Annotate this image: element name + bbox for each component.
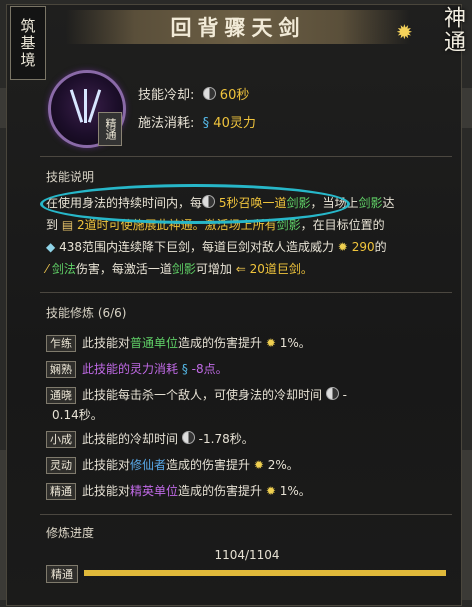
cultivation-row: 娴熟 此技能的灵力消耗 § -8点。	[46, 360, 228, 378]
sun-icon: ✹	[265, 336, 276, 350]
cultivation-row: 乍练 此技能对普通单位造成的伤害提升 ✹ 1%。	[46, 334, 311, 352]
range-icon: ◆	[46, 240, 56, 254]
scroll-icon: ▤	[61, 218, 74, 232]
progress-fill	[84, 570, 446, 576]
divider	[40, 292, 452, 293]
moon-icon	[181, 431, 195, 444]
cultivation-row: 小成 此技能的冷却时间 -1.78秒。	[46, 430, 254, 448]
cooldown-label: 技能冷却:	[138, 88, 195, 103]
description-header: 技能说明	[46, 170, 95, 184]
progress-tag: 精通	[46, 565, 78, 583]
cost-value: 40灵力	[213, 116, 256, 131]
skill-title: 回背骤天剑	[170, 15, 306, 40]
title-bar: 回背骤天剑	[66, 10, 410, 44]
spirit-icon: §	[181, 362, 188, 376]
divider	[40, 156, 452, 157]
mastery-tag: 精通	[98, 112, 122, 146]
cultivation-header: 技能修炼 (6/6)	[46, 306, 127, 320]
sword-icon: ⁄	[46, 262, 49, 276]
progress-bar: 精通	[46, 565, 448, 583]
spirit-icon: §	[202, 116, 210, 131]
sun-icon: ✹	[265, 484, 276, 498]
cultivation-row: 精通 此技能对精英单位造成的伤害提升 ✹ 1%。	[46, 482, 311, 500]
sun-icon: ✹	[396, 20, 413, 44]
realm-label: 筑基境	[10, 6, 46, 80]
moon-icon	[325, 387, 339, 400]
progress-label: 修炼进度	[46, 526, 95, 540]
cost-label: 施法消耗:	[138, 116, 195, 131]
cultivation-row: 通晓 此技能每击杀一个敌人，可使身法的冷却时间 -	[46, 386, 347, 404]
shentong-label: 神通	[440, 6, 465, 54]
cultivation-row-continued: 0.14秒。	[52, 408, 103, 422]
highlight-ellipse	[40, 184, 350, 224]
progress-count: 1104/1104	[214, 548, 280, 562]
sun-icon: ✹	[253, 458, 264, 472]
sun-icon: ✹	[337, 240, 348, 254]
cultivation-row: 灵动 此技能对修仙者造成的伤害提升 ✹ 2%。	[46, 456, 299, 474]
stack-icon: ⇐	[235, 262, 246, 276]
cooldown-value: 60秒	[219, 88, 250, 103]
divider	[40, 514, 452, 515]
cost-row: 施法消耗: § 40灵力	[138, 112, 256, 131]
cooldown-row: 技能冷却: 60秒	[138, 84, 249, 103]
moon-icon	[202, 87, 216, 100]
